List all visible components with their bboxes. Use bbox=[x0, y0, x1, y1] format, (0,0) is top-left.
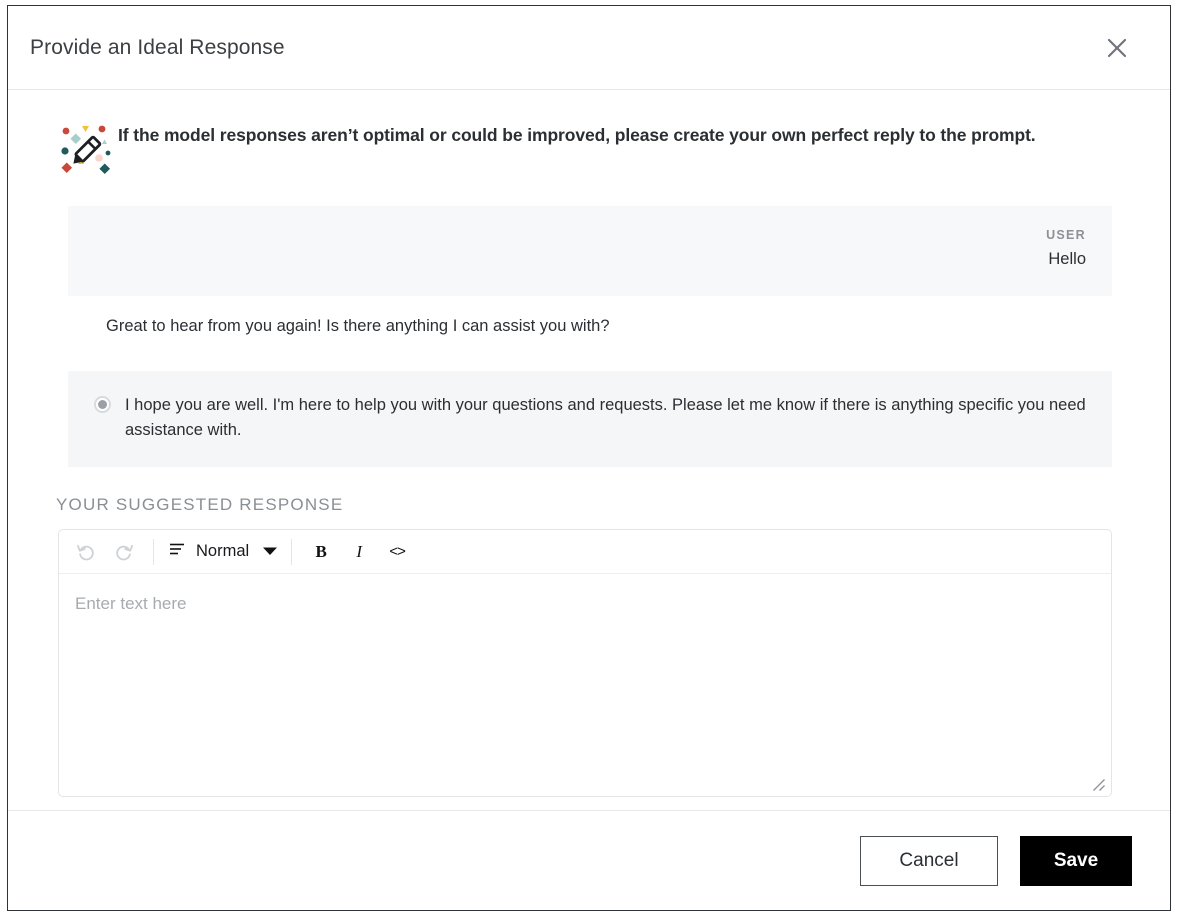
modal-footer: Cancel Save bbox=[8, 810, 1170, 910]
paragraph-align-icon bbox=[168, 540, 186, 563]
redo-icon[interactable] bbox=[105, 535, 143, 569]
page-title: Provide an Ideal Response bbox=[30, 35, 285, 59]
bold-label: B bbox=[315, 541, 327, 561]
response-option-2-text: I hope you are well. I'm here to help yo… bbox=[125, 396, 1086, 440]
paragraph-style-dropdown[interactable]: Normal bbox=[164, 535, 281, 569]
user-role-label: USER bbox=[1046, 228, 1086, 242]
instruction-text: If the model responses aren’t optimal or… bbox=[118, 125, 1036, 145]
save-button[interactable]: Save bbox=[1020, 835, 1132, 886]
toolbar-divider-1 bbox=[153, 538, 154, 565]
code-button[interactable]: <> bbox=[378, 535, 416, 569]
ideal-response-modal: Provide an Ideal Response If the model r… bbox=[7, 5, 1171, 911]
modal-body: If the model responses aren’t optimal or… bbox=[8, 90, 1170, 810]
editor-placeholder: Enter text here bbox=[75, 594, 187, 614]
response-option-1-text: Great to hear from you again! Is there a… bbox=[106, 317, 610, 335]
instruction-banner: If the model responses aren’t optimal or… bbox=[44, 122, 1134, 178]
close-icon[interactable] bbox=[1098, 29, 1136, 67]
modal-header: Provide an Ideal Response bbox=[8, 6, 1170, 90]
italic-label: I bbox=[356, 541, 363, 561]
cancel-button[interactable]: Cancel bbox=[860, 835, 998, 886]
chevron-down-icon bbox=[263, 543, 278, 561]
bold-button[interactable]: B bbox=[302, 535, 340, 569]
rich-text-editor: Normal B I <> Enter text here bbox=[58, 529, 1112, 798]
user-message-block: USER Hello bbox=[68, 206, 1112, 296]
response-option-2[interactable]: I hope you are well. I'm here to help yo… bbox=[68, 371, 1112, 468]
italic-button[interactable]: I bbox=[340, 535, 378, 569]
response-option-1[interactable]: Great to hear from you again! Is there a… bbox=[68, 296, 1112, 358]
code-label: <> bbox=[389, 543, 406, 561]
suggested-response-input[interactable]: Enter text here bbox=[59, 574, 1111, 796]
response-option-2-radio[interactable] bbox=[94, 396, 111, 414]
paragraph-style-label: Normal bbox=[196, 542, 250, 561]
undo-icon[interactable] bbox=[67, 535, 105, 569]
pencil-sparkle-icon bbox=[58, 120, 116, 178]
resize-handle-icon[interactable] bbox=[1091, 777, 1107, 793]
user-message-text: Hello bbox=[1048, 250, 1086, 268]
suggested-response-label: YOUR SUGGESTED RESPONSE bbox=[56, 495, 344, 515]
editor-toolbar: Normal B I <> bbox=[59, 530, 1111, 575]
toolbar-divider-2 bbox=[291, 538, 293, 565]
